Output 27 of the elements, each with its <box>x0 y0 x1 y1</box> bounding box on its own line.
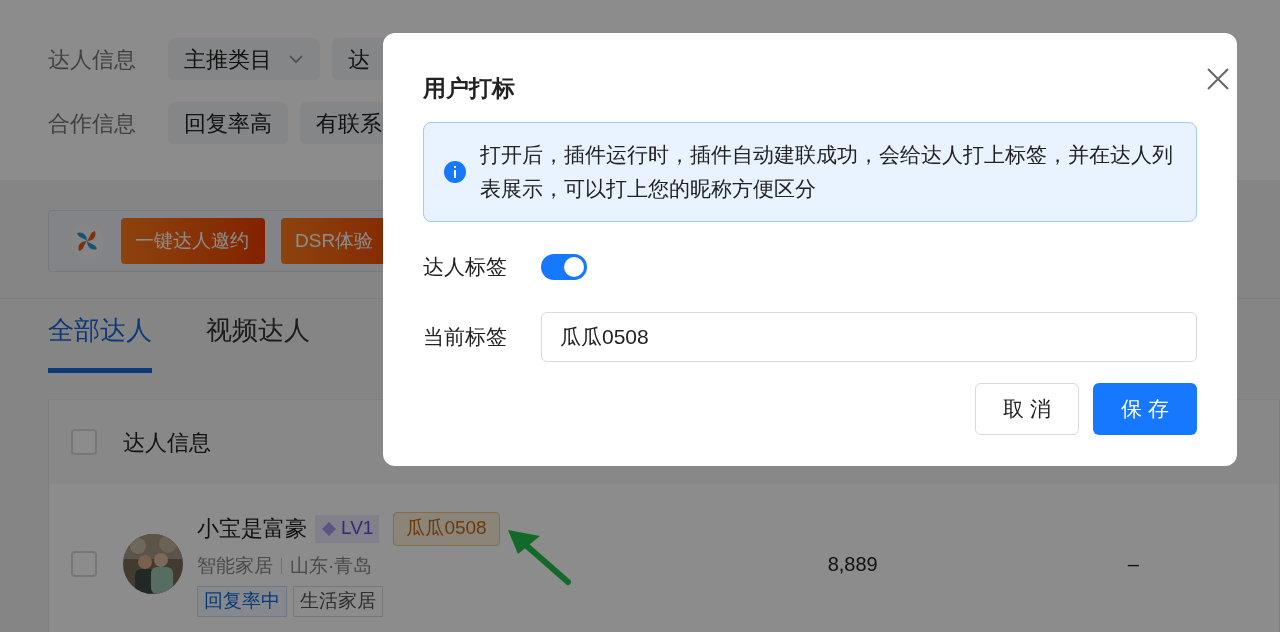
filter-label: 合作信息 <box>48 109 137 138</box>
toggle-switch[interactable] <box>541 253 587 280</box>
user-tag: 瓜瓜0508 <box>393 511 500 546</box>
cancel-button[interactable]: 取 消 <box>975 382 1079 435</box>
table-cell-text: – <box>1127 552 1139 577</box>
dialog-title: 用户打标 <box>423 74 515 103</box>
filter-chip[interactable]: 回复率高 <box>168 102 288 144</box>
tab[interactable]: 视频达人 <box>206 301 310 373</box>
level-badge: LV1 <box>315 514 380 543</box>
column-header: 达人信息 <box>123 428 211 457</box>
save-button[interactable]: 保 存 <box>1093 382 1197 435</box>
tag-input[interactable]: 瓜瓜0508 <box>541 311 1197 362</box>
diamond-icon <box>321 520 337 537</box>
table-cell-text: 8,889 <box>827 552 878 577</box>
info-text: 打开后，插件运行时，插件自动建联成功，会给达人打上标签，并在达人列表展示，可以打上您的昵称方便区分 <box>480 141 1174 202</box>
arrow-icon <box>505 528 572 586</box>
tag: 回复率中 <box>197 586 287 617</box>
filter-label: 达人信息 <box>48 45 137 74</box>
category-text: 智能家居 <box>197 553 273 578</box>
switch-label: 达人标签 <box>423 253 508 280</box>
tab[interactable]: 全部达人 <box>48 301 152 373</box>
field-label: 当前标签 <box>423 323 508 350</box>
location-text: 山东·青岛 <box>290 553 373 578</box>
info-icon <box>444 160 466 183</box>
influencer-name: 小宝是富豪 <box>197 515 307 543</box>
tag: 生活家居 <box>293 586 383 617</box>
filter-chip[interactable]: 主推类目 <box>168 38 320 80</box>
